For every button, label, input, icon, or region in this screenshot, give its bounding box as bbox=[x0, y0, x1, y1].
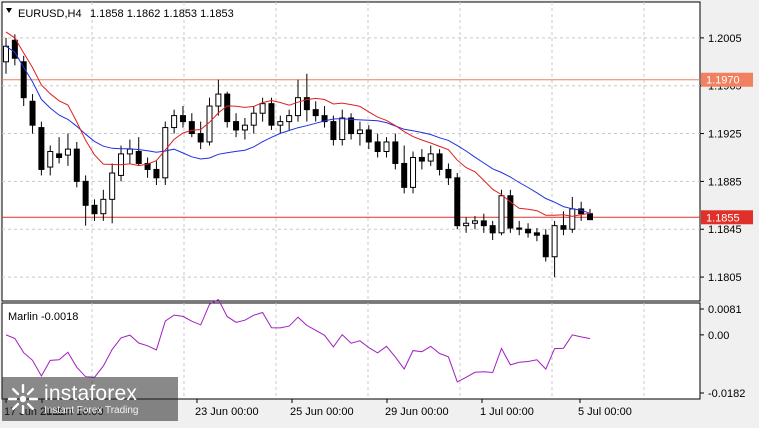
candle[interactable] bbox=[330, 121, 337, 141]
time-axis-label: 25 Jun 00:00 bbox=[290, 406, 354, 418]
candle[interactable] bbox=[188, 121, 195, 135]
candle[interactable] bbox=[197, 133, 204, 143]
candle[interactable] bbox=[233, 121, 240, 131]
candle[interactable] bbox=[179, 115, 186, 123]
candle[interactable] bbox=[498, 195, 505, 234]
candle[interactable] bbox=[516, 227, 523, 230]
candle[interactable] bbox=[153, 168, 160, 179]
candle[interactable] bbox=[82, 180, 89, 206]
candle[interactable] bbox=[38, 127, 45, 170]
candle[interactable] bbox=[560, 225, 567, 230]
candle[interactable] bbox=[348, 117, 355, 135]
candle[interactable] bbox=[339, 117, 346, 141]
level-price-label: 1.1970 bbox=[706, 75, 740, 87]
candle[interactable] bbox=[418, 156, 425, 162]
candle[interactable] bbox=[215, 93, 222, 107]
candle[interactable] bbox=[533, 232, 540, 236]
candle[interactable] bbox=[569, 208, 576, 230]
candle[interactable] bbox=[73, 148, 80, 182]
candle[interactable] bbox=[427, 153, 434, 162]
indicator-title: Marlin -0.0018 bbox=[8, 311, 78, 323]
logo-name: instaforex bbox=[44, 381, 138, 405]
instaforex-logo: instaforex Instant Forex Trading bbox=[2, 377, 178, 421]
logo-tagline: Instant Forex Trading bbox=[44, 404, 139, 416]
level-price-label: 1.1855 bbox=[706, 212, 740, 224]
candle[interactable] bbox=[383, 141, 390, 153]
ohlc-values: 1.1858 1.1862 1.1853 1.1853 bbox=[90, 8, 234, 20]
candle[interactable] bbox=[268, 103, 275, 126]
candle[interactable] bbox=[454, 177, 461, 227]
candle[interactable] bbox=[463, 222, 470, 227]
instaforex-logo-icon bbox=[6, 382, 40, 416]
candle[interactable] bbox=[259, 103, 266, 114]
candle[interactable] bbox=[410, 156, 417, 188]
candle[interactable] bbox=[312, 109, 319, 117]
candle[interactable] bbox=[587, 213, 593, 221]
price-chart[interactable]: 1.20051.19651.19251.18851.18451.18051.19… bbox=[0, 0, 759, 423]
candle[interactable] bbox=[171, 115, 178, 129]
candle[interactable] bbox=[374, 141, 381, 153]
candle[interactable] bbox=[47, 151, 54, 168]
candle[interactable] bbox=[525, 228, 532, 234]
price-tick-label: 1.2005 bbox=[708, 33, 742, 45]
candle[interactable] bbox=[489, 225, 496, 234]
candle[interactable] bbox=[436, 153, 443, 170]
time-axis-label: 5 Jul 00:00 bbox=[578, 406, 632, 418]
candle[interactable] bbox=[29, 100, 36, 126]
candle[interactable] bbox=[401, 162, 408, 188]
time-axis-label: 23 Jun 00:00 bbox=[195, 406, 259, 418]
candle[interactable] bbox=[241, 124, 248, 131]
price-tick-label: 1.1805 bbox=[708, 272, 742, 284]
candle[interactable] bbox=[56, 153, 63, 158]
candle[interactable] bbox=[250, 112, 257, 126]
candle[interactable] bbox=[277, 121, 284, 126]
candle[interactable] bbox=[542, 234, 549, 258]
candle[interactable] bbox=[471, 220, 478, 224]
candle[interactable] bbox=[480, 220, 487, 227]
candle[interactable] bbox=[295, 97, 301, 117]
candle[interactable] bbox=[109, 172, 116, 200]
candle[interactable] bbox=[356, 129, 363, 135]
price-tick-label: 1.1845 bbox=[708, 224, 742, 236]
candle[interactable] bbox=[100, 198, 107, 215]
candle[interactable] bbox=[135, 151, 142, 164]
candle[interactable] bbox=[445, 168, 452, 179]
indicator-tick-label: -0.0182 bbox=[708, 388, 745, 400]
price-tick-label: 1.1885 bbox=[708, 176, 742, 188]
symbol-label: EURUSD,H4 bbox=[18, 8, 82, 20]
candle[interactable] bbox=[126, 148, 133, 155]
candle[interactable] bbox=[392, 141, 399, 164]
price-tick-label: 1.1925 bbox=[708, 129, 742, 141]
candle[interactable] bbox=[3, 45, 9, 63]
chart-canvas[interactable]: 1.20051.19651.19251.18851.18451.18051.19… bbox=[0, 0, 759, 423]
candle[interactable] bbox=[91, 204, 98, 215]
candle[interactable] bbox=[286, 115, 293, 123]
time-axis-label: 29 Jun 00:00 bbox=[385, 406, 449, 418]
candle[interactable] bbox=[365, 129, 372, 143]
candle[interactable] bbox=[551, 225, 558, 258]
main-chart-panel[interactable] bbox=[1, 1, 701, 302]
time-axis-label: 1 Jul 00:00 bbox=[480, 406, 534, 418]
indicator-tick-label: 0.00 bbox=[708, 330, 729, 342]
candle[interactable] bbox=[64, 148, 71, 156]
indicator-tick-label: 0.0081 bbox=[708, 304, 742, 316]
